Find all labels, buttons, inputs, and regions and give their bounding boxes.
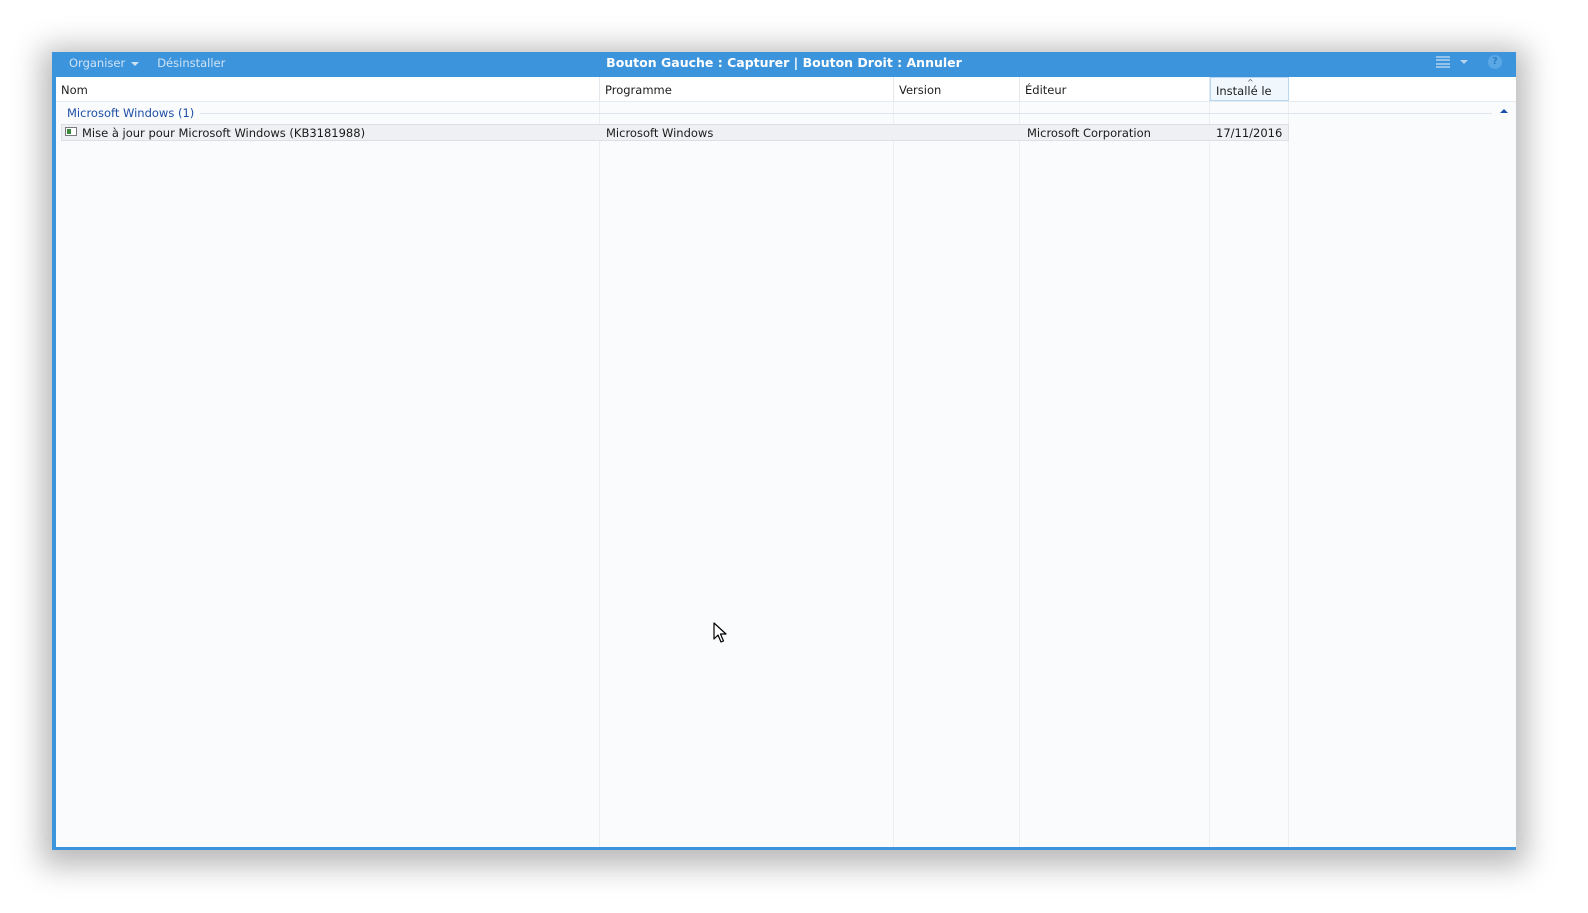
toolbar: Organiser Désinstaller Bouton Gauche : C… xyxy=(52,52,1516,74)
group-header-microsoft-windows[interactable]: Microsoft Windows (1) xyxy=(56,102,1516,124)
group-label: Microsoft Windows (1) xyxy=(67,106,201,120)
column-divider xyxy=(1288,102,1289,847)
details-view-icon[interactable] xyxy=(1436,56,1450,68)
sort-ascending-icon: ^ xyxy=(1247,78,1254,87)
updates-list: Nom Programme Version Éditeur ^ Installé… xyxy=(56,77,1516,847)
updates-window: Organiser Désinstaller Bouton Gauche : C… xyxy=(52,52,1516,850)
column-divider xyxy=(1019,102,1020,847)
column-divider xyxy=(599,102,600,847)
column-header-publisher[interactable]: Éditeur xyxy=(1020,77,1210,101)
column-header-row: Nom Programme Version Éditeur ^ Installé… xyxy=(56,77,1516,102)
toolbar-right: ? xyxy=(1436,55,1502,69)
column-divider xyxy=(1209,102,1210,847)
column-divider xyxy=(893,102,894,847)
group-divider xyxy=(191,113,1492,114)
column-header-program[interactable]: Programme xyxy=(600,77,894,101)
table-row[interactable]: Mise à jour pour Microsoft Windows (KB31… xyxy=(61,124,1289,141)
column-header-installed-on-label: Installé le xyxy=(1216,84,1272,98)
view-options-chevron-icon[interactable] xyxy=(1460,60,1468,64)
column-header-version[interactable]: Version xyxy=(894,77,1020,101)
cell-installed-on: 17/11/2016 xyxy=(1216,126,1283,140)
cell-program: Microsoft Windows xyxy=(606,126,714,140)
cell-publisher: Microsoft Corporation xyxy=(1027,126,1151,140)
collapse-chevron-up-icon[interactable] xyxy=(1500,109,1508,113)
window-title: Bouton Gauche : Capturer | Bouton Droit … xyxy=(606,55,962,70)
update-package-icon xyxy=(65,127,77,136)
column-header-installed-on[interactable]: ^ Installé le xyxy=(1210,77,1289,101)
mouse-pointer-icon xyxy=(713,622,727,643)
column-header-name[interactable]: Nom xyxy=(56,77,600,101)
help-icon[interactable]: ? xyxy=(1488,55,1502,69)
cell-name: Mise à jour pour Microsoft Windows (KB31… xyxy=(82,126,366,140)
